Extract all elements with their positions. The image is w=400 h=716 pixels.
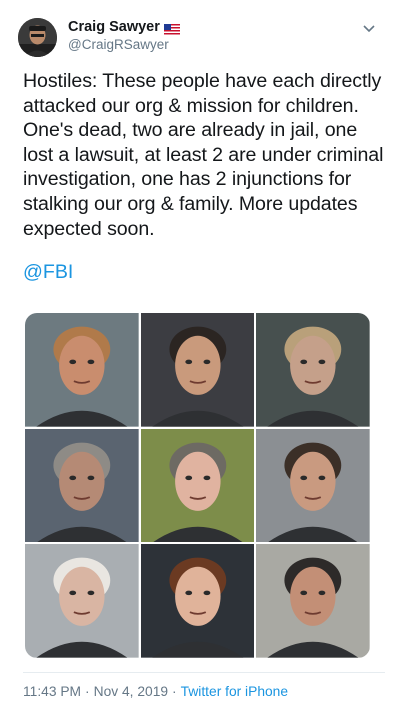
tweet-card: Craig Sawyer @CraigRSawyer Hostiles: The…: [5, 0, 395, 716]
tweet-text: Hostiles: These people have each directl…: [23, 70, 384, 240]
photo-6[interactable]: [256, 428, 370, 543]
photo-8[interactable]: [140, 544, 255, 658]
tweet-header: Craig Sawyer @CraigRSawyer: [18, 16, 378, 62]
tweet-time[interactable]: 11:43 PM: [23, 684, 81, 699]
display-name[interactable]: Craig Sawyer: [68, 19, 160, 35]
chevron-down-icon[interactable]: [360, 20, 378, 38]
divider: [23, 672, 385, 673]
photo-4[interactable]: [25, 428, 139, 543]
photo-5[interactable]: [140, 428, 255, 543]
photo-9[interactable]: [256, 544, 370, 658]
photo-2[interactable]: [140, 313, 255, 427]
separator: ·: [85, 684, 90, 699]
user-names: Craig Sawyer @CraigRSawyer: [68, 19, 180, 52]
us-flag-icon: [163, 22, 180, 35]
photo-1[interactable]: [25, 313, 139, 427]
photo-grid[interactable]: [25, 313, 370, 658]
tweet-meta: 11:43 PM · Nov 4, 2019 · Twitter for iPh…: [23, 684, 288, 699]
mention-link[interactable]: @FBI: [23, 261, 73, 284]
tweet-date[interactable]: Nov 4, 2019: [94, 684, 168, 699]
separator: ·: [172, 684, 177, 699]
avatar[interactable]: [18, 18, 57, 57]
photo-3[interactable]: [256, 313, 370, 427]
tweet-source[interactable]: Twitter for iPhone: [181, 684, 288, 699]
photo-7[interactable]: [25, 544, 139, 658]
user-handle[interactable]: @CraigRSawyer: [68, 37, 180, 52]
